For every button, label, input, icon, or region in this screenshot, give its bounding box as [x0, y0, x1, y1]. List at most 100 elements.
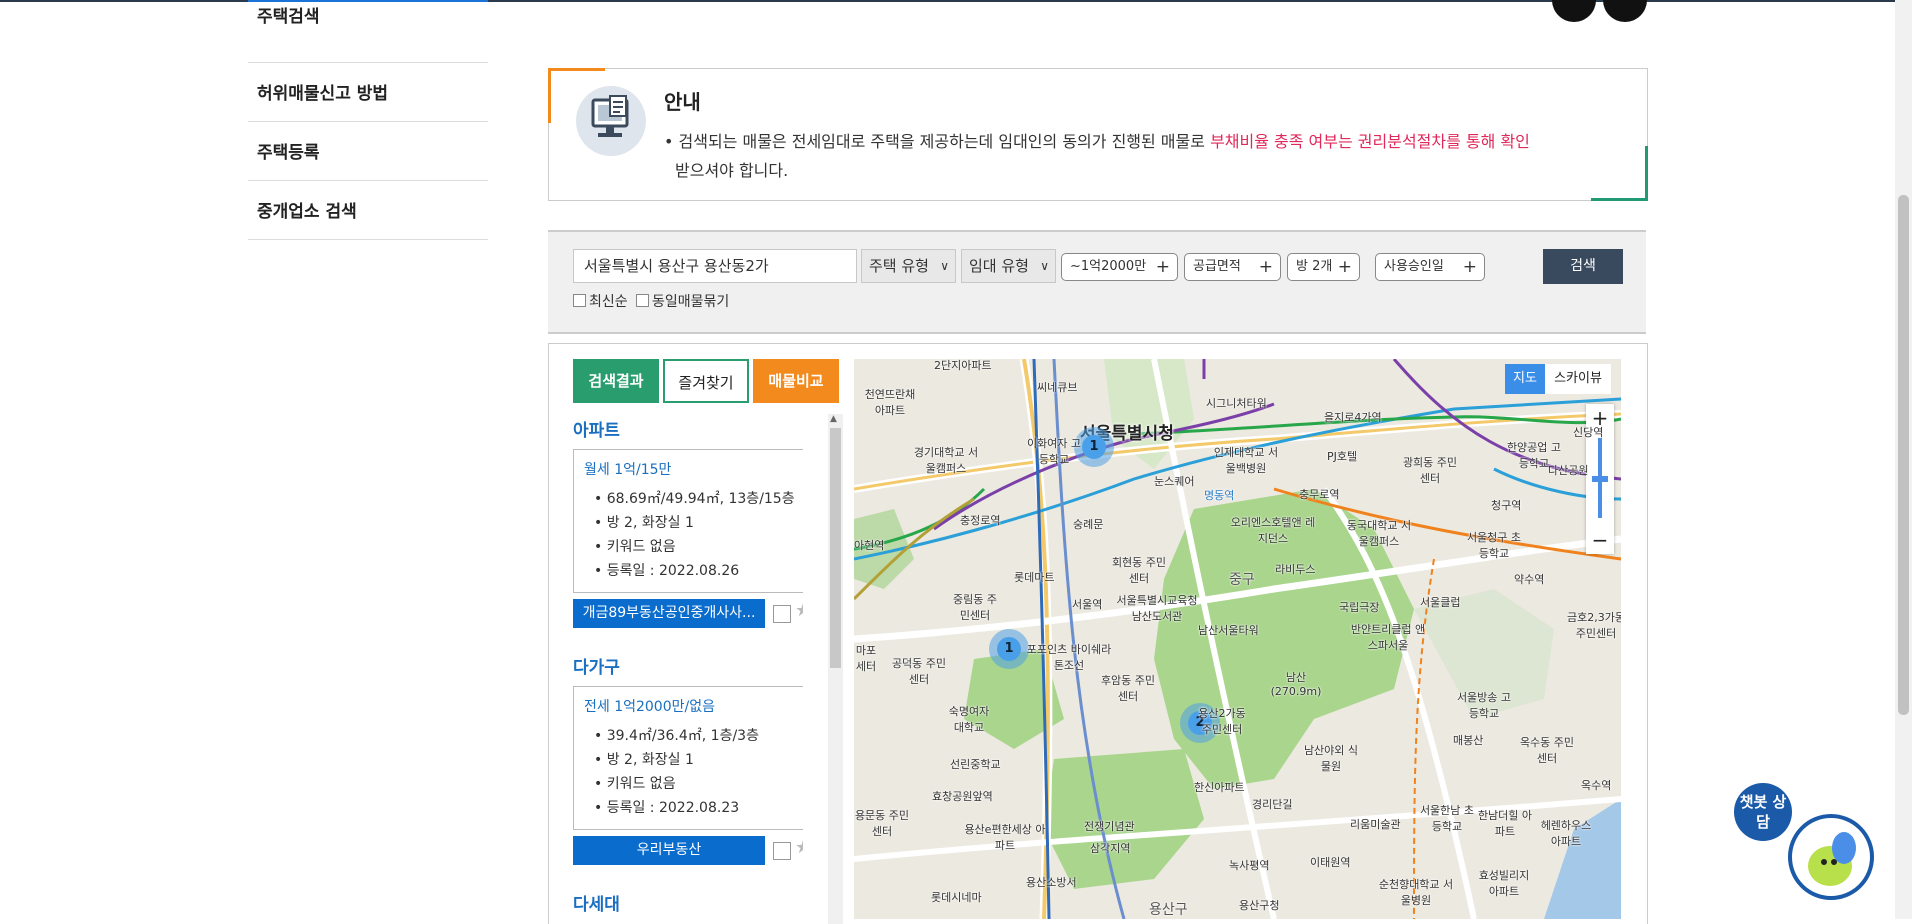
map-label: 마포 세터 [855, 644, 877, 673]
plus-icon: + [1155, 257, 1170, 277]
sidebar-item-house-search[interactable]: 주택검색 [248, 2, 488, 63]
page-scrollbar[interactable] [1895, 0, 1912, 919]
map-label: 녹사평역 [1229, 859, 1270, 872]
room-filter[interactable]: 방 2개 + [1287, 253, 1360, 281]
latest-checkbox[interactable]: 최신순 [573, 291, 628, 311]
scroll-thumb[interactable] [830, 428, 841, 668]
map-label: 용산구청 [1239, 899, 1280, 912]
map-label: 약수역 [1514, 573, 1545, 586]
compare-checkbox[interactable] [773, 842, 791, 860]
map-type-skyview[interactable]: 스카이뷰 [1545, 364, 1611, 394]
map-label: 후암동 주민센터 [1100, 674, 1156, 703]
map-cluster-marker[interactable]: 1 [989, 629, 1029, 669]
checkbox-box[interactable] [573, 294, 586, 307]
map-label: 남산야외 식물원 [1303, 744, 1359, 773]
tab-search-results[interactable]: 검색결과 [573, 359, 659, 403]
listing-area: 68.69㎡/49.94㎡, 13층/15층 [584, 487, 803, 511]
listing-card[interactable]: 전세 1억2000만/없음 39.4㎡/36.4㎡, 1층/3층 방 2, 화장… [573, 686, 803, 830]
map-label: 용산e편한세상 아파트 [964, 823, 1046, 852]
map-label: 한신아파트 [1194, 781, 1245, 794]
plus-icon: + [1337, 257, 1352, 277]
star-icon[interactable]: ★ [795, 600, 803, 621]
agent-button[interactable]: 개금89부동산공인중개사사... [573, 599, 765, 628]
agent-row: 우리부동산 ★ [573, 836, 803, 868]
compare-checkbox[interactable] [773, 605, 791, 623]
house-type-select[interactable]: 주택 유형 ∨ [861, 249, 956, 283]
rent-type-select[interactable]: 임대 유형 ∨ [961, 249, 1056, 283]
sidebar-item-agent-search[interactable]: 중개업소 검색 [248, 181, 488, 240]
listing-date: 등록일 : 2022.08.26 [584, 559, 803, 583]
price-filter[interactable]: ~1억2000만 + [1061, 253, 1178, 281]
notice-box: 안내 • 검색되는 매물은 전세임대로 주택을 제공하는데 임대인의 동의가 진… [548, 68, 1648, 201]
map-view[interactable]: 지도 스카이뷰 + − 서울특별시청 1 1 2 2단지아파트 천연뜨란채 아파… [854, 359, 1621, 919]
computer-notice-icon [576, 86, 646, 156]
map-label: 금호2,3가동 주민센터 [1567, 611, 1621, 640]
search-bar: 서울특별시 용산구 용산동2가 주택 유형 ∨ 임대 유형 ∨ ~1억2000만 + … [548, 230, 1646, 334]
map-label: 서울클럽 [1420, 596, 1461, 609]
map-label: 삼각지역 [1090, 842, 1131, 855]
map-label: 서울역 [1072, 598, 1103, 611]
sidebar-item-house-register[interactable]: 주택등록 [248, 122, 488, 181]
list-scrollbar[interactable]: ▲ [828, 414, 843, 924]
listing-keywords: 키워드 없음 [584, 772, 803, 796]
zoom-out-icon[interactable]: − [1586, 526, 1614, 554]
chevron-down-icon: ∨ [1040, 259, 1049, 273]
house-type-label: 주택 유형 [869, 257, 929, 275]
map-label: 순천향대학교 서울병원 [1378, 878, 1454, 907]
map-label: 공덕동 주민센터 [891, 657, 947, 686]
result-list: 아파트 월세 1억/15만 68.69㎡/49.94㎡, 13층/15층 방 2… [573, 414, 803, 924]
approval-date-filter[interactable]: 사용승인일 + [1375, 253, 1485, 281]
checkbox-box[interactable] [636, 294, 649, 307]
listing-card[interactable]: 월세 1억/15만 68.69㎡/49.94㎡, 13층/15층 방 2, 화장… [573, 449, 803, 593]
scroll-up-icon[interactable]: ▲ [830, 414, 837, 424]
map-label: 매봉산 [1453, 734, 1484, 747]
zoom-slider-handle[interactable] [1592, 476, 1608, 482]
star-icon[interactable]: ★ [795, 837, 803, 858]
map-label: 헤렌하우스 아파트 [1540, 819, 1592, 848]
page-scroll-thumb[interactable] [1898, 195, 1909, 715]
chevron-down-icon: ∨ [940, 259, 949, 273]
group-checkbox[interactable]: 동일매물묶기 [636, 291, 729, 311]
map-label: 선린중학교 [950, 758, 1001, 771]
chatbot-mascot-icon[interactable] [1788, 814, 1874, 900]
notice-title: 안내 [664, 90, 701, 114]
map-label: 명동역 [1204, 489, 1235, 502]
map-label: 용문동 주민센터 [854, 809, 910, 838]
agent-button[interactable]: 우리부동산 [573, 836, 765, 865]
map-label: 중림동 주민센터 [953, 593, 997, 622]
map-label: 한남더힐 아파트 [1477, 809, 1533, 838]
area-filter[interactable]: 공급면적 + [1184, 253, 1281, 281]
approval-date-filter-label: 사용승인일 [1384, 259, 1444, 274]
category-multiplex: 다세대 [573, 895, 620, 915]
tab-favorites[interactable]: 즐겨찾기 [663, 359, 749, 403]
top-action-icon[interactable] [1552, 0, 1596, 22]
room-filter-label: 방 2개 [1296, 259, 1333, 274]
map-label: 남산 (270.9m) [1270, 671, 1322, 698]
map-label: 용산2가동 주민센터 [1198, 707, 1246, 736]
map-label: 남산서울타워 [1198, 624, 1259, 637]
map-label: 포포인츠 바이쉐라톤조선 [1026, 643, 1112, 672]
listing-price: 전세 1억2000만/없음 [584, 699, 715, 715]
map-label: 숭례문 [1073, 518, 1104, 531]
price-filter-label: ~1억2000만 [1070, 259, 1147, 274]
cluster-count: 1 [1082, 435, 1106, 459]
chatbot-button[interactable]: 챗봇 상담 [1734, 783, 1792, 841]
map-type-map[interactable]: 지도 [1505, 364, 1545, 394]
map-label: 신당역 [1573, 426, 1604, 439]
listing-area: 39.4㎡/36.4㎡, 1층/3층 [584, 724, 803, 748]
map-label: 경리단길 [1252, 798, 1293, 811]
share-icon[interactable] [1603, 0, 1647, 22]
tab-compare[interactable]: 매물비교 [753, 359, 839, 403]
map-label: 청구역 [1491, 499, 1522, 512]
sidebar-item-false-report[interactable]: 허위매물신고 방법 [248, 63, 488, 122]
map-label: 옥수역 [1581, 779, 1612, 792]
search-button[interactable]: 검색 [1543, 249, 1623, 284]
cluster-count: 1 [997, 637, 1021, 661]
map-label: 서울한남 초등학교 [1419, 804, 1475, 833]
address-input[interactable]: 서울특별시 용산구 용산동2가 [573, 249, 857, 283]
map-label: 이태원역 [1310, 856, 1351, 869]
map-district-label: 중구 [1229, 572, 1255, 588]
rent-type-label: 임대 유형 [969, 257, 1029, 275]
map-label: 경기대학교 서울캠퍼스 [913, 446, 979, 475]
map-label: 옥수동 주민센터 [1519, 736, 1575, 765]
